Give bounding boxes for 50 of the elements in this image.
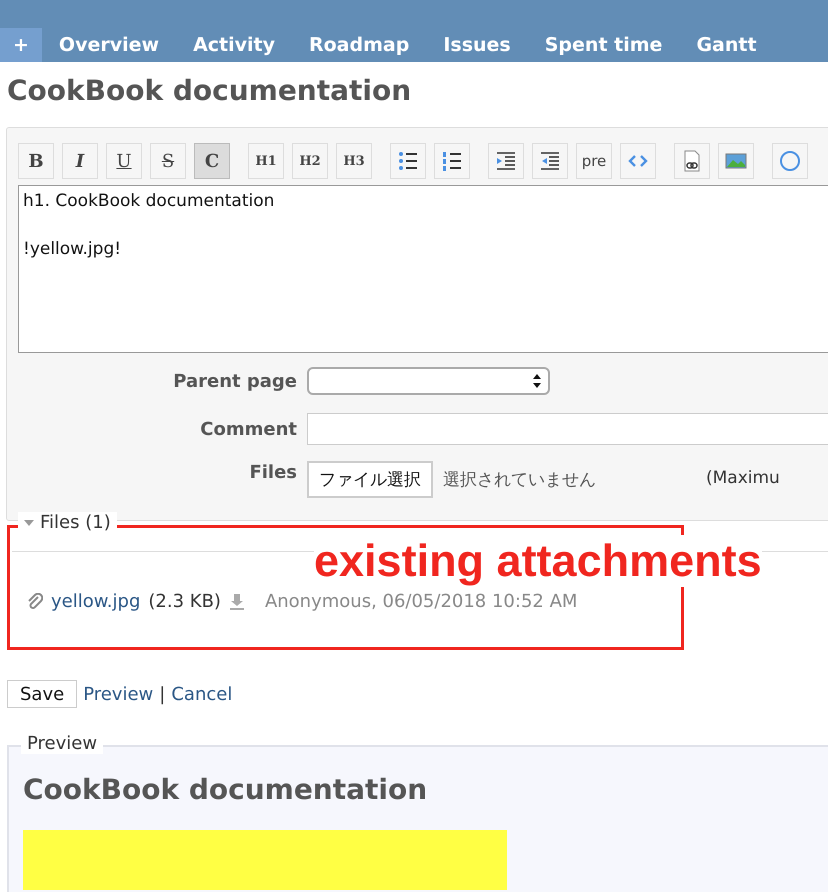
expanded-triangle-icon — [24, 518, 34, 528]
bold-button[interactable]: B — [18, 143, 54, 179]
heading-button[interactable]: H2 — [292, 143, 328, 179]
outdent-icon — [539, 150, 561, 172]
nav-tab[interactable]: Overview — [42, 28, 176, 62]
nav-tab[interactable]: Activity — [176, 28, 292, 62]
preview-heading: CookBook documentation — [23, 773, 428, 806]
heading-button[interactable]: H1 — [248, 143, 284, 179]
parent-page-select[interactable] — [307, 367, 550, 395]
attachment-author-date: Anonymous, 06/05/2018 10:52 AM — [264, 591, 578, 612]
nav-tab[interactable]: Gantt — [679, 28, 774, 62]
wiki-text-area[interactable]: h1. CookBook documentation !yellow.jpg! — [18, 185, 828, 353]
italic-button[interactable]: I — [62, 143, 98, 179]
cancel-link[interactable]: Cancel — [171, 684, 232, 704]
numbered-list-icon — [441, 150, 463, 172]
max-size-text: (Maximu — [706, 468, 780, 488]
choose-file-button[interactable]: ファイル選択 — [307, 461, 433, 498]
strike-button[interactable]: S — [150, 143, 186, 179]
heading-button[interactable]: H3 — [336, 143, 372, 179]
preview-link[interactable]: Preview — [83, 684, 154, 704]
nav-tab[interactable]: Issues — [426, 28, 528, 62]
field-label: Parent page — [172, 370, 297, 392]
comment-input[interactable] — [307, 413, 828, 445]
toolbar-button[interactable] — [434, 143, 470, 179]
attachment-link[interactable]: yellow.jpg — [51, 591, 140, 612]
field-label: Comment — [199, 418, 297, 440]
underline-button[interactable]: U — [106, 143, 142, 179]
field-label: Files — [248, 462, 297, 483]
annotation-text: existing attachments — [314, 535, 762, 587]
updown-arrows-icon — [532, 373, 542, 389]
files-toggle[interactable]: Files (1) — [18, 512, 117, 533]
code-button[interactable]: C — [194, 143, 230, 179]
toolbar-button[interactable] — [532, 143, 568, 179]
page-title: CookBook documentation — [7, 74, 412, 107]
toolbar-button[interactable] — [390, 143, 426, 179]
file-size: (2.3 KB) — [148, 591, 221, 612]
nav-tab[interactable]: Spent time — [528, 28, 680, 62]
paperclip-icon — [27, 592, 43, 610]
nav-tab[interactable]: Roadmap — [292, 28, 426, 62]
pre-button[interactable]: pre — [576, 143, 612, 179]
toolbar-button[interactable] — [674, 143, 710, 179]
download-icon[interactable] — [228, 592, 245, 610]
preview-legend: Preview — [21, 733, 104, 754]
save-button[interactable]: Save — [7, 680, 78, 708]
toolbar-button[interactable] — [488, 143, 524, 179]
file-status: 選択されていません — [443, 469, 596, 491]
help-icon — [779, 150, 801, 172]
separator: | — [159, 684, 166, 704]
bulleted-list-icon — [397, 150, 419, 172]
indent-icon — [495, 150, 517, 172]
